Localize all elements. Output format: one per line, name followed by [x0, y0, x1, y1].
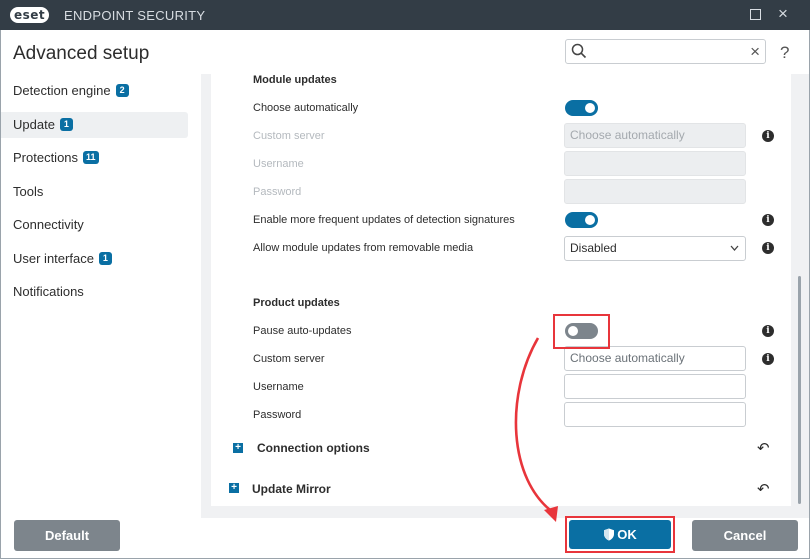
sidebar-item-label: Connectivity: [13, 217, 84, 232]
info-icon[interactable]: i: [762, 242, 774, 254]
frequent-updates-toggle[interactable]: [565, 212, 598, 228]
frequent-updates-label: Enable more frequent updates of detectio…: [253, 214, 515, 226]
sidebar-item-user-interface[interactable]: User interface 1: [1, 246, 188, 272]
sidebar-item-update[interactable]: Update 1: [1, 112, 188, 138]
info-icon[interactable]: i: [762, 214, 774, 226]
close-icon[interactable]: ×: [778, 4, 788, 24]
count-badge: 1: [59, 118, 73, 131]
shield-icon: [604, 528, 615, 541]
revert-icon[interactable]: ↶: [757, 480, 770, 498]
username-label: Username: [253, 158, 304, 170]
sidebar-item-label: Protections: [13, 150, 79, 165]
sidebar-item-label: Update: [13, 117, 55, 132]
sidebar-item-tools[interactable]: Tools: [1, 179, 188, 205]
product-username-field[interactable]: [564, 374, 746, 399]
highlight-toggle-box: [553, 314, 610, 349]
scrollbar[interactable]: [798, 276, 801, 504]
default-button[interactable]: Default: [14, 520, 120, 551]
update-mirror-label[interactable]: Update Mirror: [252, 482, 331, 496]
custom-server-label: Custom server: [253, 130, 325, 142]
username-label: Username: [253, 381, 304, 393]
search-icon: [571, 43, 587, 59]
toggle-knob: [585, 215, 595, 225]
info-icon[interactable]: i: [762, 130, 774, 142]
sidebar-item-protections[interactable]: Protections 11: [1, 145, 188, 171]
removable-media-label: Allow module updates from removable medi…: [253, 242, 474, 254]
sidebar-item-connectivity[interactable]: Connectivity: [1, 212, 188, 238]
select-value: Disabled: [570, 241, 617, 255]
ok-label: OK: [617, 527, 637, 542]
product-password-field[interactable]: [564, 402, 746, 427]
sidebar-item-label: Tools: [13, 184, 44, 199]
pause-auto-updates-label: Pause auto-updates: [253, 325, 352, 337]
custom-server-label: Custom server: [253, 353, 325, 365]
clear-search-icon[interactable]: ×: [750, 40, 760, 64]
choose-automatically-toggle[interactable]: [565, 100, 598, 116]
sidebar-item-label: Notifications: [13, 284, 84, 299]
expand-plus-icon[interactable]: +: [229, 483, 239, 493]
info-icon[interactable]: i: [762, 325, 774, 337]
count-badge: 1: [98, 252, 112, 265]
module-custom-server-field: Choose automatically: [564, 123, 746, 148]
module-username-field: [564, 151, 746, 176]
maximize-icon[interactable]: [750, 9, 761, 20]
expand-plus-icon[interactable]: +: [233, 443, 243, 453]
cancel-button[interactable]: Cancel: [692, 520, 798, 551]
help-icon[interactable]: ?: [780, 43, 789, 63]
info-icon[interactable]: i: [762, 353, 774, 365]
product-updates-title: Product updates: [253, 297, 340, 309]
sidebar-item-label: Detection engine: [13, 83, 111, 98]
page-title: Advanced setup: [13, 43, 150, 64]
sidebar: Detection engine 2 Update 1 Protections 11 …: [1, 74, 201, 504]
eset-logo: eset: [10, 7, 50, 23]
chevron-down-icon: [730, 237, 739, 269]
product-custom-server-field[interactable]: Choose automatically: [564, 346, 746, 371]
sidebar-item-label: User interface: [13, 251, 94, 266]
count-badge: 2: [115, 84, 129, 97]
choose-automatically-label: Choose automatically: [253, 102, 359, 114]
connection-options-label[interactable]: Connection options: [257, 441, 370, 455]
sidebar-item-notifications[interactable]: Notifications: [1, 279, 188, 305]
search-input[interactable]: ×: [565, 39, 766, 64]
removable-media-select[interactable]: Disabled: [564, 236, 746, 261]
revert-icon[interactable]: ↶: [757, 439, 770, 457]
sidebar-item-detection-engine[interactable]: Detection engine 2: [1, 78, 188, 104]
title-bar: eset ENDPOINT SECURITY ×: [0, 0, 810, 30]
password-label: Password: [253, 186, 302, 198]
product-name: ENDPOINT SECURITY: [64, 8, 206, 23]
count-badge: 11: [83, 151, 99, 164]
ok-button[interactable]: OK: [569, 520, 671, 549]
module-password-field: [564, 179, 746, 204]
toggle-knob: [585, 103, 595, 113]
password-label: Password: [253, 409, 302, 421]
module-updates-title: Module updates: [253, 74, 337, 86]
